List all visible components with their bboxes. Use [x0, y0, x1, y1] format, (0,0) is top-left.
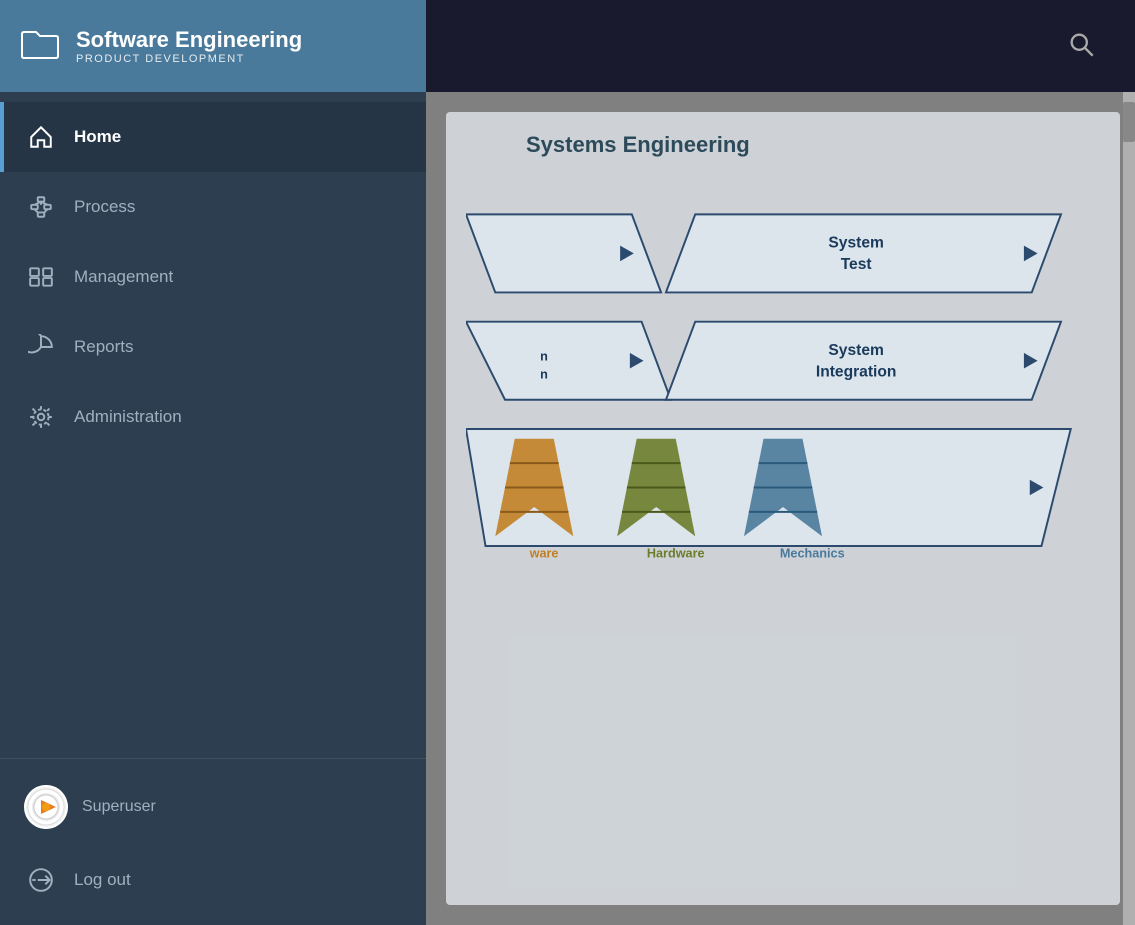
sidebar-label-process: Process: [74, 197, 135, 217]
sidebar-label-home: Home: [74, 127, 121, 147]
app-header: Software Engineering PRODUCT DEVELOPMENT: [0, 0, 426, 92]
reports-icon: [28, 334, 54, 360]
sidebar-item-process[interactable]: Process: [0, 172, 426, 242]
svg-text:System: System: [828, 235, 883, 252]
user-avatar-icon: [24, 785, 68, 829]
user-name: Superuser: [82, 798, 156, 816]
sidebar-item-reports[interactable]: Reports: [0, 312, 426, 382]
sidebar-item-home[interactable]: Home: [0, 102, 426, 172]
app-subtitle: PRODUCT DEVELOPMENT: [76, 53, 302, 65]
scrollbar-track[interactable]: [1123, 92, 1135, 925]
svg-text:System: System: [828, 342, 883, 359]
sidebar-label-logout: Log out: [74, 870, 131, 890]
sidebar: Home Process: [0, 92, 426, 925]
sidebar-label-management: Management: [74, 267, 173, 287]
sidebar-label-reports: Reports: [74, 337, 134, 357]
svg-text:Mechanics: Mechanics: [780, 547, 845, 561]
sidebar-item-administration[interactable]: Administration: [0, 382, 426, 452]
scrollbar-thumb[interactable]: [1123, 102, 1135, 142]
management-icon: [28, 264, 54, 290]
svg-text:Integration: Integration: [816, 363, 897, 380]
svg-text:ware: ware: [529, 547, 559, 561]
svg-text:n: n: [540, 350, 548, 364]
administration-icon: [28, 404, 54, 430]
content-area: Systems Engineering System Test n: [426, 92, 1135, 925]
folder-icon: [20, 24, 60, 69]
app-title: Software Engineering: [76, 27, 302, 53]
sidebar-user[interactable]: Superuser: [0, 769, 426, 845]
sidebar-label-administration: Administration: [74, 407, 182, 427]
main-layout: Home Process: [0, 92, 1135, 925]
home-icon: [28, 124, 54, 150]
top-bar: Software Engineering PRODUCT DEVELOPMENT: [0, 0, 1135, 92]
systems-diagram: System Test n n System Integration: [466, 178, 1100, 758]
sidebar-item-management[interactable]: Management: [0, 242, 426, 312]
sidebar-nav: Home Process: [0, 92, 426, 758]
search-button[interactable]: [1067, 30, 1115, 63]
svg-text:Hardware: Hardware: [647, 547, 705, 561]
diagram-card: Systems Engineering System Test n: [446, 112, 1120, 905]
search-icon[interactable]: [1067, 45, 1095, 62]
svg-text:Test: Test: [841, 256, 872, 273]
svg-text:n: n: [540, 367, 548, 381]
avatar: [24, 785, 68, 829]
sidebar-bottom: Superuser Log out: [0, 758, 426, 925]
app-title-block: Software Engineering PRODUCT DEVELOPMENT: [76, 27, 302, 65]
process-icon: [28, 194, 54, 220]
logout-icon: [28, 867, 54, 893]
diagram-title: Systems Engineering: [526, 132, 1100, 158]
sidebar-item-logout[interactable]: Log out: [0, 845, 426, 915]
